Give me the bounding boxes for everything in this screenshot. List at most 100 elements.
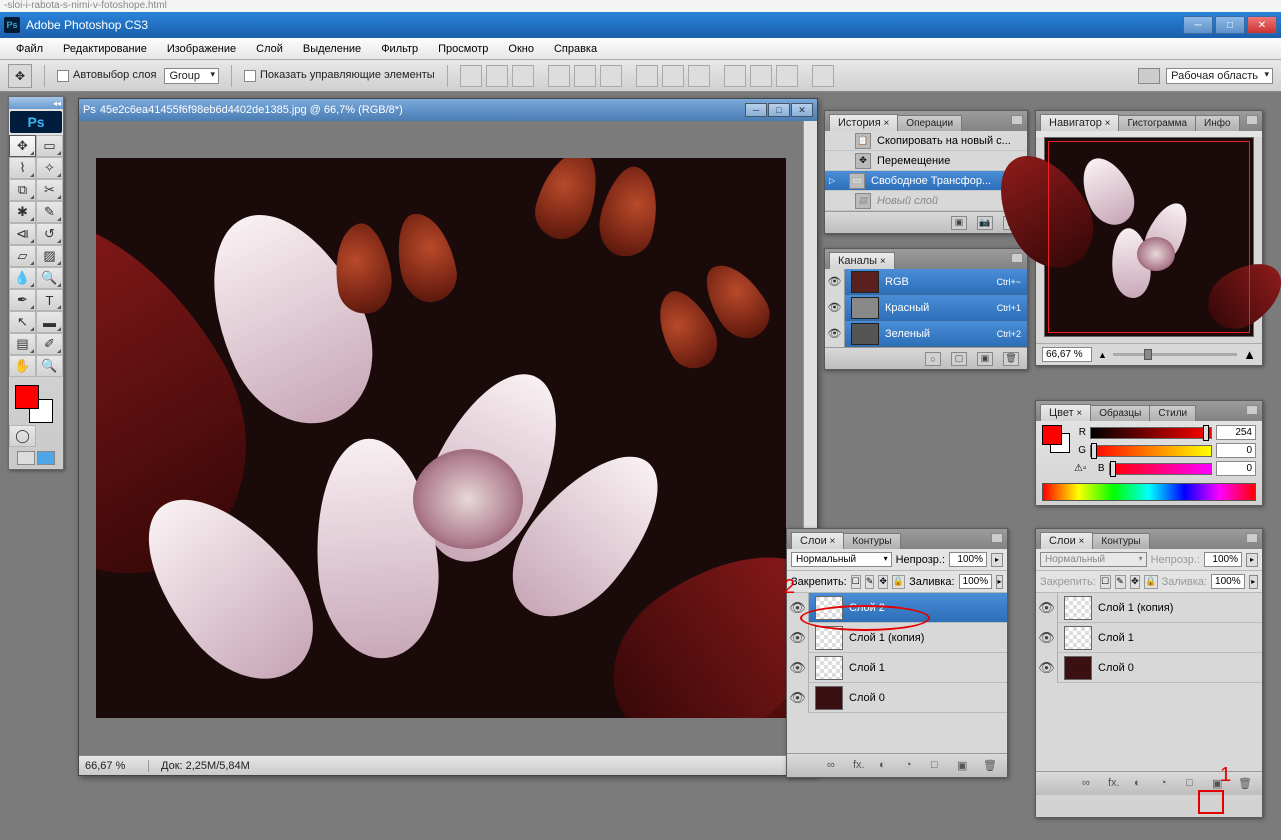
eye-icon[interactable]: 👁 <box>787 683 809 713</box>
menu-view[interactable]: Просмотр <box>428 40 498 58</box>
menu-file[interactable]: Файл <box>6 40 53 58</box>
screenmode-full[interactable] <box>37 451 55 465</box>
lock-move-icon[interactable]: ✥ <box>878 575 888 589</box>
history-item[interactable]: ✥Перемещение <box>825 151 1027 171</box>
blur-tool[interactable]: 💧 <box>9 267 36 289</box>
align-icon[interactable] <box>486 65 508 87</box>
menu-layer[interactable]: Слой <box>246 40 293 58</box>
fill-value[interactable]: 100% <box>1211 574 1245 589</box>
doc-close-button[interactable]: ✕ <box>791 103 813 117</box>
tab-channels[interactable]: Каналы × <box>829 252 895 269</box>
eye-icon[interactable]: 👁 <box>787 653 809 683</box>
hand-tool[interactable]: ✋ <box>9 355 36 377</box>
show-controls-checkbox[interactable]: Показать управляющие элементы <box>244 69 435 81</box>
g-value[interactable]: 0 <box>1216 443 1256 458</box>
foreground-color[interactable] <box>15 385 39 409</box>
fill-value[interactable]: 100% <box>959 574 993 589</box>
layer-row[interactable]: 👁Слой 1 <box>1036 623 1262 653</box>
tab-navigator[interactable]: Навигатор × <box>1040 114 1119 131</box>
layer-row[interactable]: 👁Слой 1 (копия) <box>787 623 1007 653</box>
link-icon[interactable]: ∞ <box>1082 777 1098 791</box>
history-snapshot-icon[interactable]: ▣ <box>951 216 967 230</box>
lock-all-icon[interactable]: 🔒 <box>1144 575 1157 589</box>
wand-tool[interactable]: ✧ <box>36 157 63 179</box>
menu-image[interactable]: Изображение <box>157 40 246 58</box>
color-swatch-pair[interactable] <box>1042 425 1070 453</box>
panel-menu-icon[interactable] <box>1246 533 1258 543</box>
panel-menu-icon[interactable] <box>1246 405 1258 415</box>
menu-filter[interactable]: Фильтр <box>371 40 428 58</box>
align-icon[interactable] <box>512 65 534 87</box>
history-new-icon[interactable]: 📷 <box>977 216 993 230</box>
eye-icon[interactable]: 👁 <box>825 295 845 321</box>
tab-info[interactable]: Инфо <box>1195 115 1240 131</box>
distribute-icon[interactable] <box>688 65 710 87</box>
tab-styles[interactable]: Стили <box>1149 405 1196 421</box>
blend-mode-dropdown[interactable]: Нормальный <box>1040 552 1147 567</box>
type-tool[interactable]: T <box>36 289 63 311</box>
eraser-tool[interactable]: ▱ <box>9 245 36 267</box>
tab-paths[interactable]: Контуры <box>843 533 900 549</box>
align-icon[interactable] <box>460 65 482 87</box>
zoom-tool[interactable]: 🔍 <box>36 355 63 377</box>
path-tool[interactable]: ↖ <box>9 311 36 333</box>
doc-minimize-button[interactable]: ─ <box>745 103 767 117</box>
channel-mask-icon[interactable]: ▢ <box>951 352 967 366</box>
align-icon[interactable] <box>574 65 596 87</box>
arrange-icon[interactable] <box>812 65 834 87</box>
heal-tool[interactable]: ✱ <box>9 201 36 223</box>
color-swatches[interactable] <box>9 381 63 425</box>
zoom-out-icon[interactable]: ▲ <box>1098 350 1107 360</box>
fx-icon[interactable]: fx. <box>1108 777 1124 791</box>
notes-tool[interactable]: ▤ <box>9 333 36 355</box>
slice-tool[interactable]: ✂ <box>36 179 63 201</box>
b-value[interactable]: 0 <box>1216 461 1256 476</box>
auto-select-dropdown[interactable]: Group <box>164 68 219 84</box>
lock-transparency-icon[interactable]: ☐ <box>1100 575 1111 589</box>
lock-all-icon[interactable]: 🔒 <box>892 575 905 589</box>
window-close-button[interactable]: ✕ <box>1247 16 1277 34</box>
window-minimize-button[interactable]: ─ <box>1183 16 1213 34</box>
panel-menu-icon[interactable] <box>1011 115 1023 125</box>
workspace-dropdown[interactable]: Рабочая область <box>1166 68 1273 84</box>
eyedropper-tool[interactable]: ✐ <box>36 333 63 355</box>
adjustment-icon[interactable]: ◔ <box>1160 777 1176 791</box>
fx-icon[interactable]: fx. <box>853 759 869 773</box>
align-icon[interactable] <box>600 65 622 87</box>
dodge-tool[interactable]: 🔍 <box>36 267 63 289</box>
b-slider[interactable] <box>1109 463 1212 475</box>
toolbox-header[interactable]: ◂◂ <box>9 97 63 109</box>
distribute-icon[interactable] <box>776 65 798 87</box>
lasso-tool[interactable]: ⌇ <box>9 157 36 179</box>
shape-tool[interactable]: ▬ <box>36 311 63 333</box>
brush-tool[interactable]: ✎ <box>36 201 63 223</box>
distribute-icon[interactable] <box>636 65 658 87</box>
new-layer-icon[interactable]: ▣ <box>1212 777 1228 791</box>
pen-tool[interactable]: ✒ <box>9 289 36 311</box>
tab-history[interactable]: История × <box>829 114 898 131</box>
tab-paths[interactable]: Контуры <box>1092 533 1149 549</box>
channel-row[interactable]: 👁ЗеленыйCtrl+2 <box>825 321 1027 347</box>
fill-flyout-icon[interactable]: ▸ <box>996 575 1003 589</box>
channel-row[interactable]: 👁RGBCtrl+~ <box>825 269 1027 295</box>
color-spectrum[interactable] <box>1042 483 1256 501</box>
link-icon[interactable]: ∞ <box>827 759 843 773</box>
stamp-tool[interactable]: ⧏ <box>9 223 36 245</box>
r-value[interactable]: 254 <box>1216 425 1256 440</box>
screenmode-standard[interactable] <box>17 451 35 465</box>
navigator-thumbnail[interactable] <box>1044 137 1254 337</box>
eye-icon[interactable]: 👁 <box>1036 653 1058 683</box>
eye-icon[interactable]: 👁 <box>787 593 809 623</box>
zoom-in-icon[interactable]: ▲ <box>1243 347 1256 362</box>
opacity-flyout-icon[interactable]: ▸ <box>991 553 1003 567</box>
mask-icon[interactable]: ◐ <box>1134 777 1150 791</box>
channel-circle-icon[interactable]: ○ <box>925 352 941 366</box>
tab-histogram[interactable]: Гистограмма <box>1118 115 1196 131</box>
channel-new-icon[interactable]: ▣ <box>977 352 993 366</box>
document-titlebar[interactable]: Ps 45e2c6ea41455f6f98eb6d4402de1385.jpg … <box>79 99 817 121</box>
tab-actions[interactable]: Операции <box>897 115 962 131</box>
layer-row[interactable]: 👁Слой 1 <box>787 653 1007 683</box>
distribute-icon[interactable] <box>724 65 746 87</box>
panel-menu-icon[interactable] <box>991 533 1003 543</box>
eye-icon[interactable]: 👁 <box>825 321 845 347</box>
